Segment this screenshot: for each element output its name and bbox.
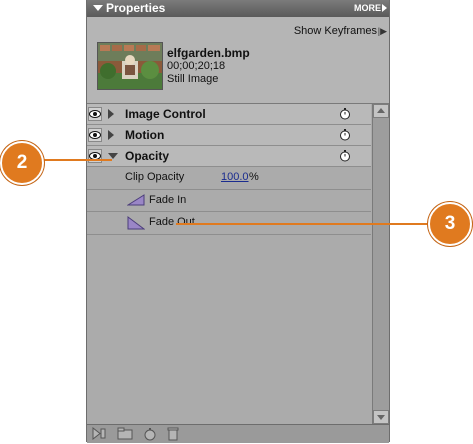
show-keyframes-button[interactable]: Show Keyframes [294,25,377,37]
expand-triangle-icon[interactable] [108,130,114,140]
preset-label: Fade Out [149,216,195,228]
clip-opacity-value[interactable]: 100.0 [221,171,249,183]
properties-panel: Properties MORE Show Keyframes |▶ elfgar… [86,0,390,443]
panel-bottom-toolbar [87,424,389,443]
clip-type: Still Image [167,73,219,85]
preset-label: Fade In [149,194,187,206]
stopwatch-icon[interactable] [339,149,351,165]
vertical-scrollbar[interactable] [372,104,389,424]
stopwatch-icon[interactable] [143,427,157,444]
stopwatch-icon[interactable] [339,107,351,123]
effect-row-image-control[interactable]: Image Control [87,104,371,125]
fade-in-icon [126,194,145,209]
preset-fade-in[interactable]: Fade In [87,190,371,212]
callout-3-leader-line [176,223,434,225]
scroll-down-button[interactable] [373,410,389,424]
effect-row-opacity[interactable]: Opacity [87,146,371,167]
panel-title: Properties [106,1,166,15]
clip-timecode: 00;00;20;18 [167,60,226,72]
effects-list: Image Control Motion Opacity Clip Opacit… [87,104,371,424]
scroll-up-button[interactable] [373,104,389,118]
effect-row-motion[interactable]: Motion [87,125,371,146]
clip-opacity-unit: % [249,171,259,183]
effect-label: Opacity [125,149,170,163]
callout-step-2: 2 [0,141,44,185]
fade-out-icon [127,216,146,233]
panel-titlebar[interactable]: Properties MORE [87,0,389,17]
effect-label: Motion [125,128,165,142]
stopwatch-icon[interactable] [339,128,351,144]
collapse-triangle-icon[interactable] [93,5,103,11]
trash-icon[interactable] [167,427,179,444]
eye-icon[interactable] [88,128,102,142]
more-menu-button[interactable]: MORE [354,3,381,13]
clip-info-header: Show Keyframes |▶ elfgarden.bmp 00;00;20… [87,17,389,104]
effect-label: Image Control [125,107,206,121]
play-forward-icon[interactable] [91,426,107,443]
keyframes-toggle-icon[interactable]: |▶ [378,26,387,37]
clip-thumbnail [97,42,163,90]
new-folder-icon[interactable] [117,427,133,443]
more-arrow-icon[interactable] [382,4,387,12]
expand-triangle-icon[interactable] [108,109,114,119]
clip-opacity-row: Clip Opacity 100.0 % [87,167,371,190]
eye-icon[interactable] [88,107,102,121]
callout-step-3: 3 [428,202,472,246]
clip-name: elfgarden.bmp [167,46,250,60]
clip-opacity-label: Clip Opacity [125,171,185,183]
